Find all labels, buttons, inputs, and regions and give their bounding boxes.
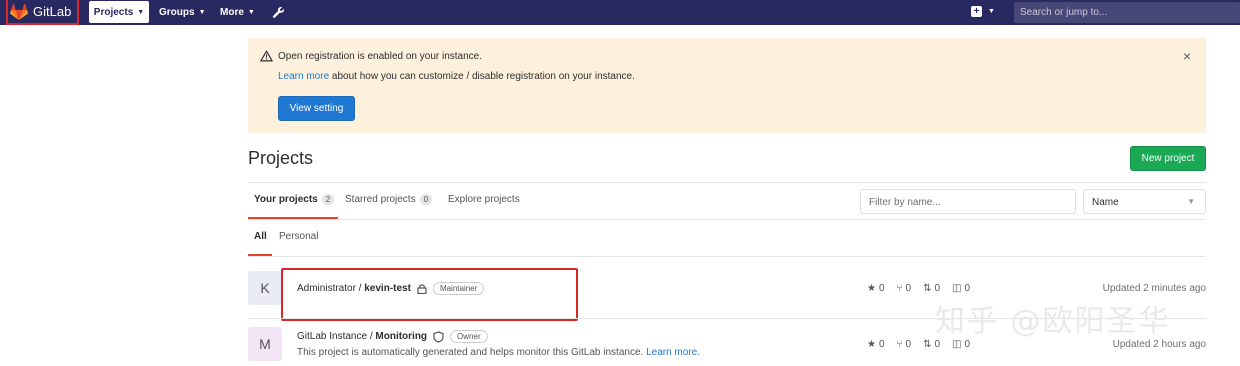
merge-request-icon: ⇅: [923, 339, 932, 350]
forks-stat[interactable]: ⑂ 0: [897, 339, 912, 350]
filter-by-name-input[interactable]: Filter by name...: [860, 189, 1076, 214]
chevron-down-icon: ▼: [988, 8, 995, 15]
divider: [248, 219, 1206, 220]
updated-time: Updated 2 minutes ago: [1102, 283, 1206, 294]
alert-message: Learn more about how you can customize /…: [278, 71, 635, 82]
project-description: This project is automatically generated …: [297, 347, 700, 358]
new-project-button[interactable]: New project: [1130, 146, 1206, 171]
chevron-down-icon: ▼: [1187, 197, 1195, 206]
project-description-text: This project is automatically generated …: [297, 347, 644, 358]
merge-requests-count: 0: [934, 339, 941, 350]
forks-stat[interactable]: ⑂ 0: [897, 283, 912, 294]
registration-alert: Open registration is enabled on your ins…: [248, 38, 1206, 133]
stars-stat[interactable]: ★ 0: [867, 339, 885, 350]
issues-icon: ◫: [952, 283, 962, 294]
brand-name: GitLab: [33, 4, 72, 19]
stars-count: 0: [878, 283, 885, 294]
project-name: Monitoring: [375, 331, 428, 342]
sort-dropdown[interactable]: Name ▼: [1083, 189, 1206, 214]
divider: [248, 182, 1206, 183]
search-input[interactable]: Search or jump to...: [1014, 2, 1240, 23]
tab-starred-projects[interactable]: Starred projects 0: [345, 194, 433, 205]
issues-stat[interactable]: ◫ 0: [952, 339, 970, 350]
forks-count: 0: [905, 339, 912, 350]
project-namespace: GitLab Instance /: [297, 331, 376, 342]
project-name-link[interactable]: GitLab Instance / Monitoring Owner: [297, 330, 488, 343]
issues-count: 0: [964, 283, 971, 294]
close-icon[interactable]: ×: [1183, 48, 1191, 64]
page-title: Projects: [248, 148, 314, 168]
divider: [248, 256, 1206, 257]
project-stats: ★ 0 ⑂ 0 ⇅ 0 ◫ 0: [867, 339, 970, 350]
admin-area-link[interactable]: [272, 0, 285, 25]
issues-stat[interactable]: ◫ 0: [952, 283, 970, 294]
star-icon: ★: [867, 283, 876, 294]
issues-count: 0: [964, 339, 971, 350]
forks-count: 0: [905, 283, 912, 294]
role-badge: Owner: [450, 330, 488, 343]
stars-stat[interactable]: ★ 0: [867, 283, 885, 294]
tab-your-projects[interactable]: Your projects 2: [254, 194, 335, 205]
watermark-text: 知乎 @欧阳圣华: [935, 304, 1171, 339]
tab-label: Explore projects: [448, 194, 520, 205]
merge-requests-count: 0: [934, 283, 941, 294]
count-badge: 0: [419, 194, 433, 205]
subtab-all[interactable]: All: [254, 231, 267, 242]
stars-count: 0: [878, 339, 885, 350]
wrench-icon: [272, 7, 284, 18]
plus-square-icon: +: [971, 6, 982, 17]
gitlab-home-link[interactable]: GitLab: [6, 0, 80, 25]
nav-groups-dropdown[interactable]: Groups ▼: [159, 0, 206, 25]
nav-groups-label: Groups: [159, 7, 195, 18]
sort-selected: Name: [1092, 197, 1119, 208]
nav-more-dropdown[interactable]: More ▼: [220, 0, 255, 25]
count-badge: 2: [321, 194, 335, 205]
merge-requests-stat[interactable]: ⇅ 0: [923, 283, 940, 294]
learn-more-link[interactable]: Learn more: [278, 71, 329, 82]
nav-projects-label: Projects: [93, 6, 134, 18]
new-dropdown[interactable]: + ▼: [971, 6, 995, 17]
issues-icon: ◫: [952, 339, 962, 350]
learn-more-link[interactable]: Learn more.: [646, 347, 700, 358]
project-stats: ★ 0 ⑂ 0 ⇅ 0 ◫ 0: [867, 283, 970, 294]
tab-label: Your projects: [254, 194, 318, 205]
tab-label: Starred projects: [345, 194, 416, 205]
project-avatar[interactable]: K: [248, 271, 282, 305]
subtab-personal[interactable]: Personal: [279, 231, 318, 242]
updated-time: Updated 2 hours ago: [1112, 339, 1206, 350]
chevron-down-icon: ▼: [198, 9, 206, 16]
chevron-down-icon: ▼: [247, 9, 255, 16]
view-setting-button[interactable]: View setting: [278, 96, 355, 121]
gitlab-logo-icon: [10, 3, 28, 20]
fork-icon: ⑂: [896, 283, 903, 294]
merge-request-icon: ⇅: [923, 283, 932, 294]
shield-icon: [433, 330, 444, 343]
star-icon: ★: [867, 339, 876, 350]
alert-title: Open registration is enabled on your ins…: [278, 51, 483, 62]
fork-icon: ⑂: [896, 339, 903, 350]
warning-icon: [260, 50, 273, 62]
project-avatar[interactable]: M: [248, 327, 282, 361]
alert-message-text: about how you can customize / disable re…: [329, 71, 635, 82]
chevron-down-icon: ▼: [137, 8, 145, 16]
nav-projects-dropdown[interactable]: Projects ▼: [89, 1, 149, 23]
nav-more-label: More: [220, 7, 244, 18]
tab-explore-projects[interactable]: Explore projects: [448, 194, 520, 205]
merge-requests-stat[interactable]: ⇅ 0: [923, 339, 940, 350]
highlight-box: [281, 268, 578, 321]
top-navbar: GitLab Projects ▼ Groups ▼ More ▼ + ▼ Se…: [0, 0, 1240, 25]
